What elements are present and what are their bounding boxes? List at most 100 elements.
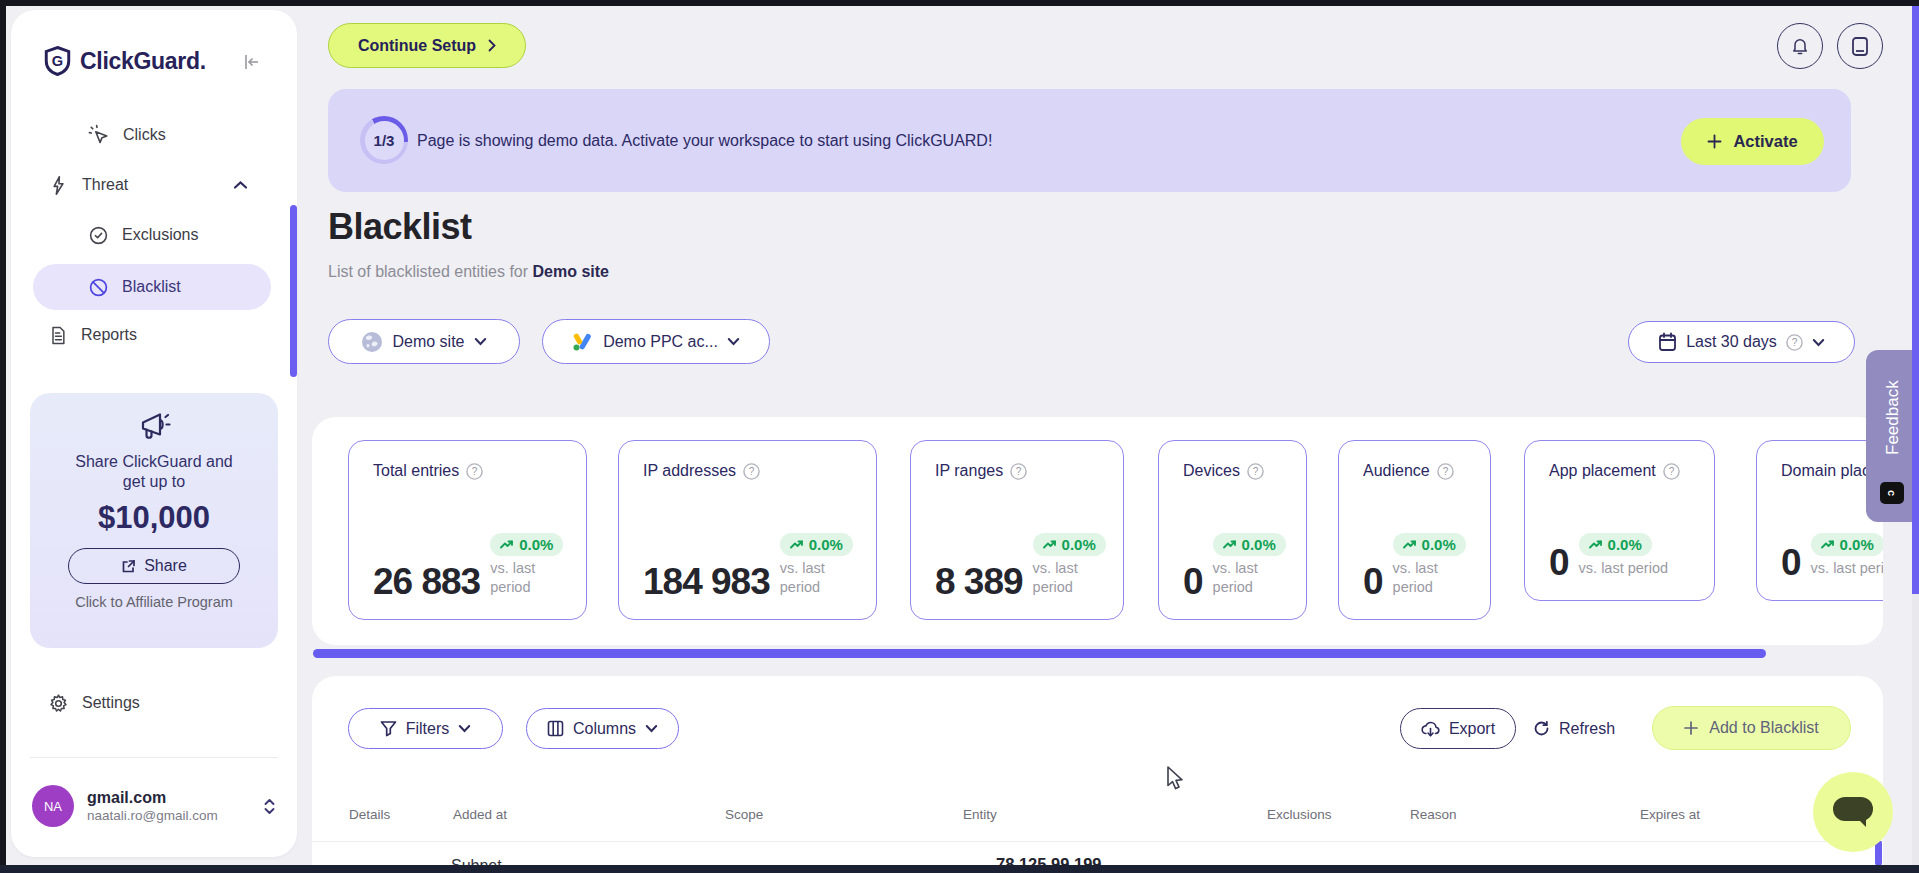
table-header-divider <box>312 841 1883 842</box>
progress-label: 1/3 <box>374 132 395 149</box>
ppc-account-selector[interactable]: Demo PPC ac... <box>542 319 770 364</box>
user-menu[interactable]: NA gmail.com naatali.ro@gmail.com <box>32 782 276 830</box>
stat-card-total-entries: Total entries ? 26 883 0.0% vs. last per… <box>348 440 587 620</box>
setup-progress-ring: 1/3 <box>360 116 408 164</box>
refresh-icon <box>1533 720 1550 737</box>
collapse-sidebar-icon[interactable] <box>241 52 261 72</box>
columns-button[interactable]: Columns <box>526 708 679 749</box>
filters-button[interactable]: Filters <box>348 708 503 749</box>
share-button-label: Share <box>144 557 187 575</box>
feedback-chat-icon: c <box>1880 482 1904 504</box>
stat-delta: 0.0% <box>1422 536 1456 553</box>
banner-message: Page is showing demo data. Activate your… <box>417 89 992 192</box>
stat-value: 0 <box>1549 546 1569 579</box>
date-range-selector[interactable]: Last 30 days ? <box>1628 321 1855 363</box>
mouse-cursor <box>1165 766 1187 792</box>
add-to-blacklist-button[interactable]: Add to Blacklist <box>1652 706 1851 750</box>
chevron-down-icon <box>727 337 740 346</box>
help-circle-icon[interactable]: ? <box>1437 463 1454 480</box>
stat-label: Audience <box>1363 462 1430 480</box>
chat-widget-button[interactable] <box>1813 772 1893 852</box>
svg-text:?: ? <box>1016 466 1022 477</box>
help-circle-icon[interactable]: ? <box>1663 463 1680 480</box>
trend-up-icon <box>1403 539 1417 550</box>
column-header-scope[interactable]: Scope <box>725 807 763 822</box>
trend-up-icon <box>1821 539 1835 550</box>
column-header-entity[interactable]: Entity <box>963 807 997 822</box>
column-header-details[interactable]: Details <box>349 807 390 822</box>
user-name: gmail.com <box>87 788 218 808</box>
affiliate-link[interactable]: Click to Affiliate Program <box>30 594 278 610</box>
table-panel: Filters Columns Export Refresh Add to Bl… <box>312 676 1883 866</box>
help-circle-icon: ? <box>1786 334 1803 351</box>
column-header-reason[interactable]: Reason <box>1410 807 1457 822</box>
page-scrollbar-thumb[interactable] <box>1912 6 1919 594</box>
subtitle-prefix: List of blacklisted entities for <box>328 263 533 280</box>
stat-value: 184 983 <box>643 565 770 598</box>
file-text-icon <box>48 325 68 346</box>
avatar-initials: NA <box>44 799 62 814</box>
share-button[interactable]: Share <box>68 548 240 584</box>
export-button[interactable]: Export <box>1400 708 1516 749</box>
continue-setup-button[interactable]: Continue Setup <box>328 23 526 68</box>
stat-label: IP addresses <box>643 462 736 480</box>
stat-card-audience: Audience ? 0 0.0% vs. last period <box>1338 440 1491 620</box>
stat-value: 0 <box>1183 565 1203 598</box>
ban-icon <box>88 277 109 298</box>
help-circle-icon[interactable]: ? <box>743 463 760 480</box>
sidebar-item-threat[interactable]: Threat <box>48 165 248 205</box>
svg-text:?: ? <box>1442 466 1448 477</box>
logo: G ClickGuard. <box>44 46 206 76</box>
svg-text:?: ? <box>472 466 478 477</box>
help-circle-icon[interactable]: ? <box>1247 463 1264 480</box>
sidebar-item-exclusions[interactable]: Exclusions <box>88 215 198 255</box>
sidebar-item-label: Threat <box>82 176 128 194</box>
globe-icon <box>361 331 383 353</box>
stat-vs-label: vs. last period <box>1811 559 1883 579</box>
refresh-button[interactable]: Refresh <box>1533 708 1615 749</box>
svg-text:G: G <box>52 53 63 69</box>
stat-vs-label: vs. last period <box>1579 559 1668 579</box>
chat-bubble-icon <box>1831 795 1875 829</box>
stat-value: 0 <box>1363 565 1383 598</box>
sidebar-item-clicks[interactable]: Clicks <box>88 115 166 155</box>
sidebar-item-blacklist[interactable]: Blacklist <box>33 264 271 310</box>
docs-button[interactable] <box>1837 23 1883 69</box>
megaphone-icon <box>136 409 172 443</box>
site-selector[interactable]: Demo site <box>328 319 520 364</box>
sidebar-item-label: Settings <box>82 694 140 712</box>
help-circle-icon[interactable]: ? <box>466 463 483 480</box>
activate-button[interactable]: Activate <box>1681 118 1824 165</box>
logo-shield-icon: G <box>44 46 71 76</box>
stats-horizontal-scrollbar[interactable] <box>313 649 1766 658</box>
trend-up-icon <box>790 539 804 550</box>
stat-card-ip-ranges: IP ranges ? 8 389 0.0% vs. last period <box>910 440 1124 620</box>
chevron-down-icon <box>474 337 487 346</box>
avatar: NA <box>32 785 74 827</box>
sidebar-item-label: Blacklist <box>122 278 181 296</box>
stat-delta: 0.0% <box>1242 536 1276 553</box>
workspace-switcher-icon[interactable] <box>263 798 276 815</box>
column-header-expires-at[interactable]: Expires at <box>1640 807 1700 822</box>
ppc-selector-value: Demo PPC ac... <box>603 333 718 351</box>
sidebar-item-label: Clicks <box>123 126 166 144</box>
affiliate-promo-card[interactable]: Share ClickGuard and get up to $10,000 S… <box>30 393 278 648</box>
sidebar-scrollbar[interactable] <box>290 205 297 377</box>
svg-text:?: ? <box>749 466 755 477</box>
stat-delta: 0.0% <box>1062 536 1096 553</box>
continue-setup-label: Continue Setup <box>358 37 476 55</box>
stat-card-devices: Devices ? 0 0.0% vs. last period <box>1158 440 1307 620</box>
window-edge-left <box>0 0 6 873</box>
promo-amount: $10,000 <box>30 500 278 536</box>
bell-icon <box>1790 36 1810 57</box>
sidebar-item-label: Exclusions <box>122 226 198 244</box>
stat-value: 0 <box>1781 546 1801 579</box>
sidebar-item-settings[interactable]: Settings <box>48 683 140 723</box>
sidebar: G ClickGuard. Clicks Threat Exclusions B… <box>11 10 297 857</box>
calendar-icon <box>1658 332 1677 352</box>
sidebar-item-reports[interactable]: Reports <box>48 315 137 355</box>
help-circle-icon[interactable]: ? <box>1010 463 1027 480</box>
column-header-exclusions[interactable]: Exclusions <box>1267 807 1332 822</box>
column-header-added-at[interactable]: Added at <box>453 807 507 822</box>
notifications-button[interactable] <box>1777 23 1823 69</box>
